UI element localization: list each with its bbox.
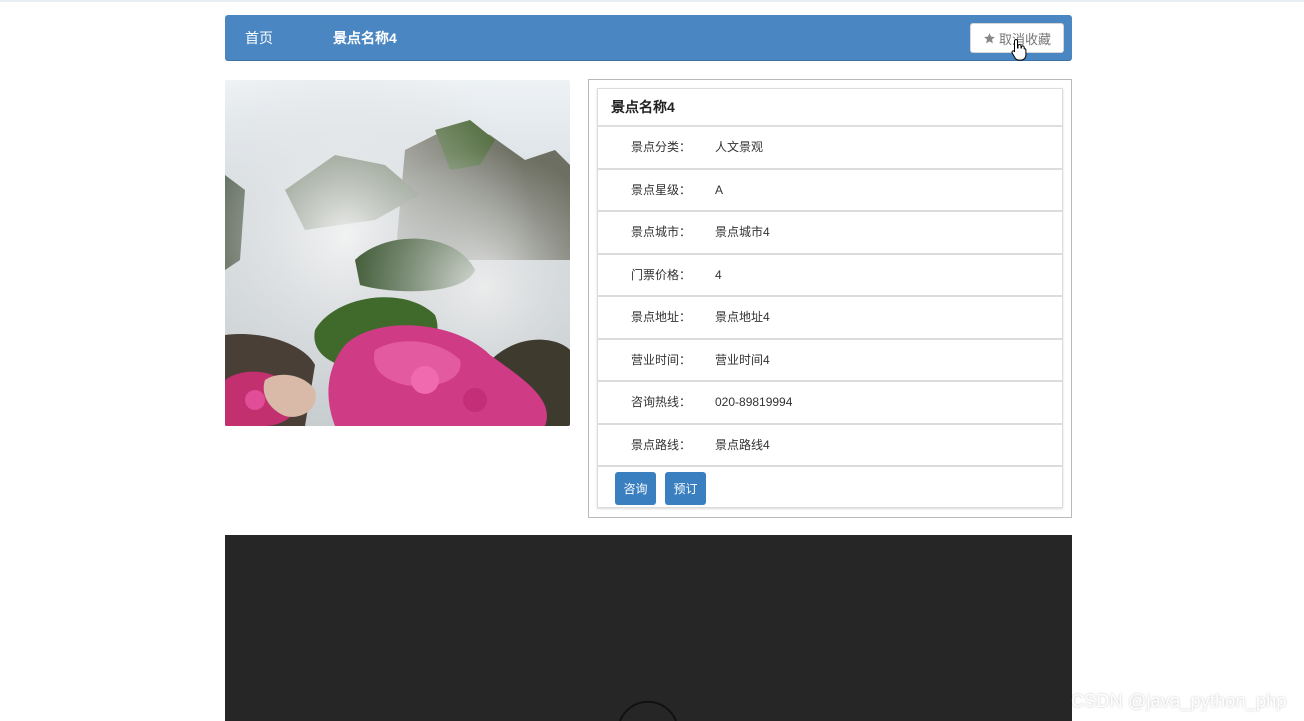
info-row-category: 景点分类： 人文景观 bbox=[598, 127, 1062, 170]
info-value: 景点地址4 bbox=[715, 310, 770, 324]
star-icon bbox=[984, 32, 995, 43]
info-row-hours: 营业时间： 营业时间4 bbox=[598, 340, 1062, 382]
scenic-info-frame: 景点名称4 景点分类： 人文景观 景点星级： A 景点城市： 景点城市4 门票价… bbox=[588, 79, 1072, 518]
info-row-address: 景点地址： 景点地址4 bbox=[598, 297, 1062, 340]
top-divider bbox=[0, 0, 1304, 2]
info-label: 咨询热线： bbox=[631, 395, 692, 409]
nav-home-link[interactable]: 首页 bbox=[245, 15, 273, 61]
scenic-title: 景点名称4 bbox=[598, 89, 1062, 127]
consult-button[interactable]: 咨询 bbox=[615, 472, 656, 505]
info-label: 景点分类： bbox=[631, 140, 692, 154]
info-row-rating: 景点星级： A bbox=[598, 170, 1062, 212]
info-value: 4 bbox=[715, 267, 722, 282]
video-loading-spinner-icon bbox=[619, 700, 677, 721]
info-value: 人文景观 bbox=[715, 140, 764, 154]
info-label: 景点地址： bbox=[631, 310, 692, 324]
scenic-photo bbox=[225, 80, 570, 426]
info-row-city: 景点城市： 景点城市4 bbox=[598, 212, 1062, 255]
info-label: 景点路线： bbox=[631, 437, 692, 452]
watermark-text: CSDN @java_python_php bbox=[1071, 691, 1287, 711]
top-navbar: 首页 景点名称4 取消收藏 bbox=[225, 15, 1072, 61]
scenic-info-panel: 景点名称4 景点分类： 人文景观 景点星级： A 景点城市： 景点城市4 门票价… bbox=[597, 88, 1063, 508]
scenic-photo-image bbox=[225, 80, 570, 426]
hand-cursor-icon bbox=[1011, 38, 1027, 61]
info-value: 景点城市4 bbox=[715, 225, 770, 239]
video-player[interactable] bbox=[225, 535, 1072, 721]
info-value: 景点路线4 bbox=[715, 437, 770, 452]
info-row-route: 景点路线： 景点路线4 bbox=[598, 425, 1062, 467]
info-label: 门票价格： bbox=[631, 267, 692, 282]
action-buttons: 咨询 预订 bbox=[598, 467, 1062, 511]
info-row-price: 门票价格： 4 bbox=[598, 255, 1062, 297]
nav-current-scenic[interactable]: 景点名称4 bbox=[333, 15, 397, 61]
info-label: 景点星级： bbox=[631, 182, 692, 197]
info-label: 景点城市： bbox=[631, 225, 692, 239]
book-button[interactable]: 预订 bbox=[665, 472, 706, 505]
info-value: 020-89819994 bbox=[715, 395, 793, 409]
info-value: A bbox=[715, 182, 724, 197]
info-label: 营业时间： bbox=[631, 352, 692, 367]
info-value: 营业时间4 bbox=[715, 352, 770, 367]
info-row-hotline: 咨询热线： 020-89819994 bbox=[598, 382, 1062, 425]
